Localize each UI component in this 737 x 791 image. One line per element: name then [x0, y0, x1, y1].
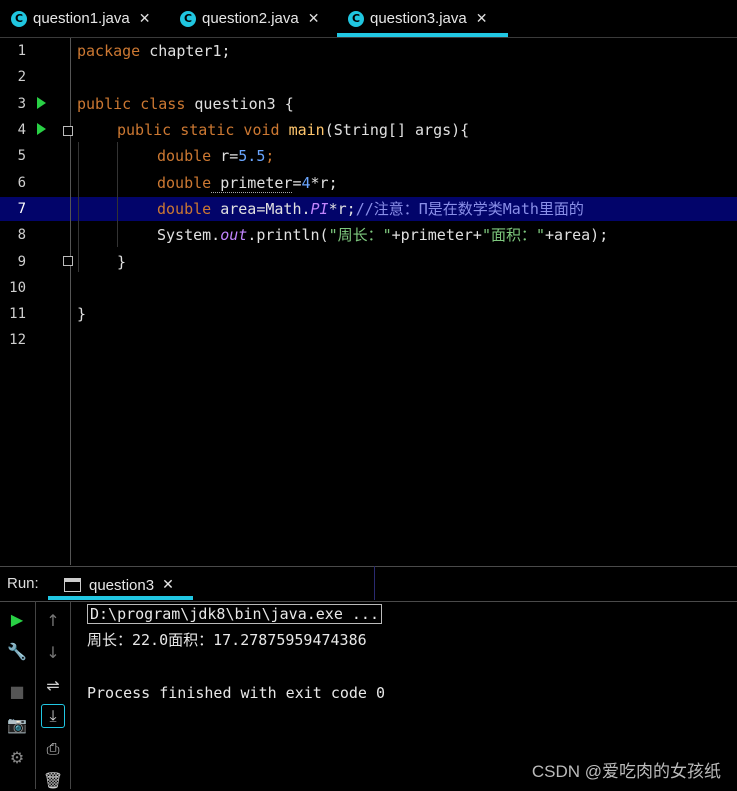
line-number: 9: [17, 254, 26, 270]
gutter: 1 2 3 4 5 6 7 8 9 10 11 12: [0, 38, 73, 565]
code-line-8: System.out.println("周长："+primeter+"面积："+…: [157, 226, 609, 244]
arrow-up-icon[interactable]: ↑: [42, 609, 64, 631]
close-icon[interactable]: ✕: [162, 577, 174, 593]
trash-icon[interactable]: 🗑: [42, 769, 64, 791]
code-line-6: double primeter=4*r;: [157, 174, 338, 193]
rerun-icon[interactable]: ▶: [6, 608, 28, 630]
code-editor[interactable]: 1 2 3 4 5 6 7 8 9 10 11 12 package chapt…: [0, 38, 737, 565]
java-class-icon: C: [11, 10, 27, 27]
line-number: 10: [9, 280, 26, 296]
line-number: 4: [17, 122, 26, 138]
close-icon[interactable]: ✕: [308, 11, 320, 27]
line-number: 6: [17, 175, 26, 191]
camera-icon[interactable]: 📷: [6, 713, 28, 735]
scroll-to-end-icon[interactable]: ⤓: [41, 704, 65, 728]
run-toolbar-primary: ▶ 🔧 ■ 📷 ⚙: [0, 601, 36, 789]
print-icon[interactable]: ⎙: [42, 738, 64, 760]
tab-question1[interactable]: C question1.java ✕: [11, 0, 150, 37]
java-class-icon: C: [180, 10, 196, 27]
settings-icon[interactable]: ⚙: [6, 746, 28, 768]
line-number: 3: [17, 96, 26, 112]
line-number: 2: [17, 69, 26, 85]
java-class-icon: C: [348, 10, 364, 27]
code-line-1: package chapter1;: [77, 42, 231, 60]
code-line-11: }: [77, 305, 87, 323]
stop-icon[interactable]: ■: [6, 680, 28, 702]
console-exit-line: Process finished with exit code 0: [87, 684, 386, 702]
run-tab-question3[interactable]: question3 ✕: [64, 573, 174, 597]
active-tab-indicator: [337, 33, 508, 37]
run-label: Run:: [7, 575, 39, 592]
run-toolbar-secondary: ↑ ↓ ⇌ ⤓ ⎙ 🗑: [36, 601, 71, 791]
line-number: 12: [9, 332, 26, 348]
active-run-tab-indicator: [48, 596, 193, 600]
code-line-4: public static void main(String[] args){: [117, 121, 470, 139]
fold-icon[interactable]: [63, 126, 73, 136]
line-number: 11: [9, 306, 26, 322]
fold-icon[interactable]: [63, 256, 73, 266]
console-output-line: 周长：22.0面积：17.27875959474386: [87, 631, 367, 649]
run-gutter-icon[interactable]: [37, 97, 46, 109]
code-line-7: double area=Math.PI*r;//注意：Π是在数学类Math里面的: [157, 200, 584, 218]
console-tab-icon: [64, 578, 81, 592]
line-number: 7: [17, 201, 26, 217]
watermark: CSDN @爱吃肉的女孩纸: [531, 762, 721, 781]
close-icon[interactable]: ✕: [139, 11, 151, 27]
tab-label: question2.java: [202, 10, 299, 27]
soft-wrap-icon[interactable]: ⇌: [42, 674, 64, 696]
code-line-9: }: [117, 253, 127, 271]
indent-guide: [117, 142, 118, 247]
tab-question2[interactable]: C question2.java ✕: [180, 0, 319, 37]
code-line-5: double r=5.5;: [157, 147, 275, 165]
tab-label: question1.java: [33, 10, 130, 27]
indent-guide: [78, 142, 79, 272]
run-tab-label: question3: [89, 576, 155, 594]
editor-tab-bar: C question1.java ✕ C question2.java ✕ C …: [0, 0, 737, 38]
line-number: 5: [17, 148, 26, 164]
panel-divider: [374, 566, 375, 600]
line-number: 8: [17, 227, 26, 243]
tab-question3[interactable]: C question3.java ✕: [348, 0, 487, 37]
close-icon[interactable]: ✕: [476, 11, 488, 27]
console-command-line[interactable]: D:\program\jdk8\bin\java.exe ...: [87, 601, 382, 627]
tab-label: question3.java: [370, 10, 467, 27]
line-number: 1: [17, 43, 26, 59]
wrench-icon[interactable]: 🔧: [6, 640, 28, 662]
code-line-3: public class question3 {: [77, 95, 294, 113]
arrow-down-icon[interactable]: ↓: [42, 641, 64, 663]
run-gutter-icon[interactable]: [37, 123, 46, 135]
